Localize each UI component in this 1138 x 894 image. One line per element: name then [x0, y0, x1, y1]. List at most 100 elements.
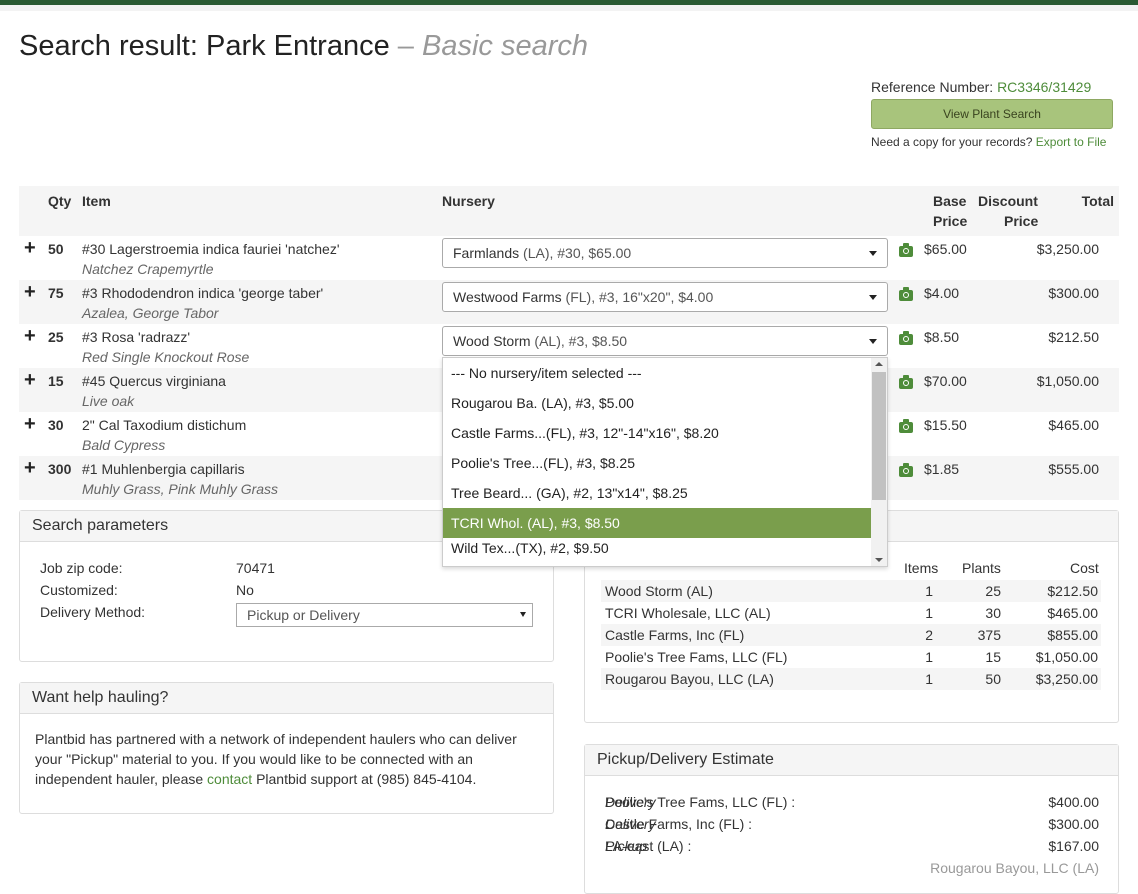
table-row: + 50 #30 Lagerstroemia indica fauriei 'n…	[19, 236, 1119, 280]
camera-icon[interactable]	[899, 243, 913, 257]
dropdown-option[interactable]: Poolie's Tree...(FL), #3, $8.25	[443, 448, 871, 478]
scroll-down-icon[interactable]	[875, 558, 883, 562]
row-item: 2" Cal Taxodium distichum	[82, 417, 247, 433]
row-common-name: Live oak	[82, 393, 135, 409]
top-bar-shade	[0, 5, 1138, 11]
header-nursery: Nursery	[442, 193, 495, 209]
panel-title: Want help hauling?	[20, 683, 553, 714]
panel-title: Pickup/Delivery Estimate	[585, 745, 1118, 776]
nursery-select[interactable]: Wood Storm (AL), #3, $8.50	[442, 326, 888, 356]
summary-header-plants: Plants	[962, 560, 1001, 576]
table-row: + 75 #3 Rhododendron indica 'george tabe…	[19, 280, 1119, 324]
scrollbar-thumb[interactable]	[872, 372, 886, 500]
expand-button[interactable]: +	[24, 238, 36, 258]
dropdown-option[interactable]: Rougarou Ba. (LA), #3, $5.00	[443, 388, 871, 418]
row-item: #30 Lagerstroemia indica fauriei 'natche…	[82, 241, 340, 257]
summary-header-cost: Cost	[1070, 560, 1099, 576]
chevron-down-icon	[520, 612, 526, 617]
header-base-2: Price	[933, 213, 968, 229]
hauling-help-panel: Want help hauling? Plantbid has partnere…	[19, 682, 554, 814]
row-base-price: $65.00	[924, 241, 967, 257]
customized-value: No	[236, 582, 254, 598]
scroll-up-icon[interactable]	[875, 362, 883, 366]
row-total: $465.00	[1048, 417, 1099, 433]
header-discount-2: Price	[1004, 213, 1039, 229]
expand-button[interactable]: +	[24, 282, 36, 302]
row-total: $212.50	[1048, 329, 1099, 345]
header-qty: Qty	[48, 193, 72, 209]
row-total: $555.00	[1048, 461, 1099, 477]
chevron-down-icon	[869, 295, 877, 300]
nursery-dropdown-list[interactable]: --- No nursery/item selected --- Rougaro…	[442, 357, 888, 567]
row-qty: 300	[48, 461, 72, 477]
expand-button[interactable]: +	[24, 414, 36, 434]
row-common-name: Red Single Knockout Rose	[82, 349, 250, 365]
camera-icon[interactable]	[899, 419, 913, 433]
summary-row: Castle Farms, Inc (FL) 2 375 $855.00	[601, 624, 1101, 646]
row-base-price: $8.50	[924, 329, 960, 345]
row-base-price: $4.00	[924, 285, 960, 301]
help-text: Plantbid has partnered with a network of…	[35, 731, 517, 787]
expand-button[interactable]: +	[24, 458, 36, 478]
export-to-file-link[interactable]: Export to File	[1036, 135, 1107, 149]
row-base-price: $1.85	[924, 461, 960, 477]
estimate-row: LA-east (LA) : Pickup $167.00	[605, 838, 1099, 854]
camera-icon[interactable]	[899, 463, 913, 477]
expand-button[interactable]: +	[24, 370, 36, 390]
customized-label: Customized:	[40, 582, 118, 598]
row-common-name: Muhly Grass, Pink Muhly Grass	[82, 481, 279, 497]
contact-link[interactable]: contact	[207, 771, 252, 787]
header-total: Total	[1081, 193, 1114, 209]
expand-button[interactable]: +	[24, 326, 36, 346]
summary-row: Wood Storm (AL) 1 25 $212.50	[601, 580, 1101, 602]
row-qty: 50	[48, 241, 64, 257]
estimate-row: Poolie's Tree Fams, LLC (FL) : Delivery …	[605, 794, 1099, 810]
dropdown-scrollbar[interactable]	[871, 358, 887, 566]
dropdown-option[interactable]: Castle Farms...(FL), #3, 12"-14"x16", $8…	[443, 418, 871, 448]
row-common-name: Natchez Crapemyrtle	[82, 261, 214, 277]
row-item: #3 Rhododendron indica 'george taber'	[82, 285, 324, 301]
row-qty: 25	[48, 329, 64, 345]
summary-row: Rougarou Bayou, LLC (LA) 1 50 $3,250.00	[601, 668, 1101, 690]
export-note: Need a copy for your records? Export to …	[871, 135, 1107, 149]
camera-icon[interactable]	[899, 375, 913, 389]
camera-icon[interactable]	[899, 331, 913, 345]
row-total: $300.00	[1048, 285, 1099, 301]
dropdown-option[interactable]: --- No nursery/item selected ---	[443, 358, 871, 388]
delivery-label: Delivery Method:	[40, 604, 146, 620]
reference-number: Reference Number: RC3346/31429	[871, 79, 1092, 95]
estimate-row: Castle Farms, Inc (FL) : Delivery $300.0…	[605, 816, 1099, 832]
row-qty: 30	[48, 417, 64, 433]
table-header: Qty Item Nursery Base Price Discount Pri…	[19, 186, 1119, 236]
header-item: Item	[82, 193, 111, 209]
zip-value: 70471	[236, 560, 275, 576]
estimate-footer: Rougarou Bayou, LLC (LA)	[930, 860, 1099, 876]
row-qty: 75	[48, 285, 64, 301]
summary-row: TCRI Wholesale, LLC (AL) 1 30 $465.00	[605, 605, 1098, 621]
zip-label: Job zip code:	[40, 560, 123, 576]
dropdown-option[interactable]: Tree Beard... (GA), #2, 13"x14", $8.25	[443, 478, 871, 508]
chevron-down-icon	[869, 339, 877, 344]
row-qty: 15	[48, 373, 64, 389]
page-title: Search result: Park Entrance – Basic sea…	[19, 30, 589, 62]
camera-icon[interactable]	[899, 287, 913, 301]
header-base-1: Base	[933, 193, 967, 209]
row-total: $1,050.00	[1036, 373, 1099, 389]
summary-row: Poolie's Tree Fams, LLC (FL) 1 15 $1,050…	[605, 649, 1098, 665]
row-base-price: $70.00	[924, 373, 967, 389]
row-item: #45 Quercus virginiana	[82, 373, 226, 389]
delivery-method-select[interactable]: Pickup or Delivery	[236, 603, 533, 627]
row-base-price: $15.50	[924, 417, 967, 433]
row-item: #3 Rosa 'radrazz'	[82, 329, 191, 345]
row-common-name: Azalea, George Tabor	[82, 305, 219, 321]
nursery-select[interactable]: Westwood Farms (FL), #3, 16"x20", $4.00	[442, 282, 888, 312]
chevron-down-icon	[869, 251, 877, 256]
header-discount-1: Discount	[978, 193, 1038, 209]
nursery-select[interactable]: Farmlands (LA), #30, $65.00	[442, 238, 888, 268]
view-plant-search-button[interactable]: View Plant Search	[871, 99, 1113, 129]
row-item: #1 Muhlenbergia capillaris	[82, 461, 245, 477]
pickup-delivery-estimate-panel: Pickup/Delivery Estimate Poolie's Tree F…	[584, 744, 1119, 894]
dropdown-option[interactable]: Wild Tex...(TX), #2, $9.50	[443, 533, 871, 563]
row-common-name: Bald Cypress	[82, 437, 166, 453]
summary-header-items: Items	[904, 560, 939, 576]
